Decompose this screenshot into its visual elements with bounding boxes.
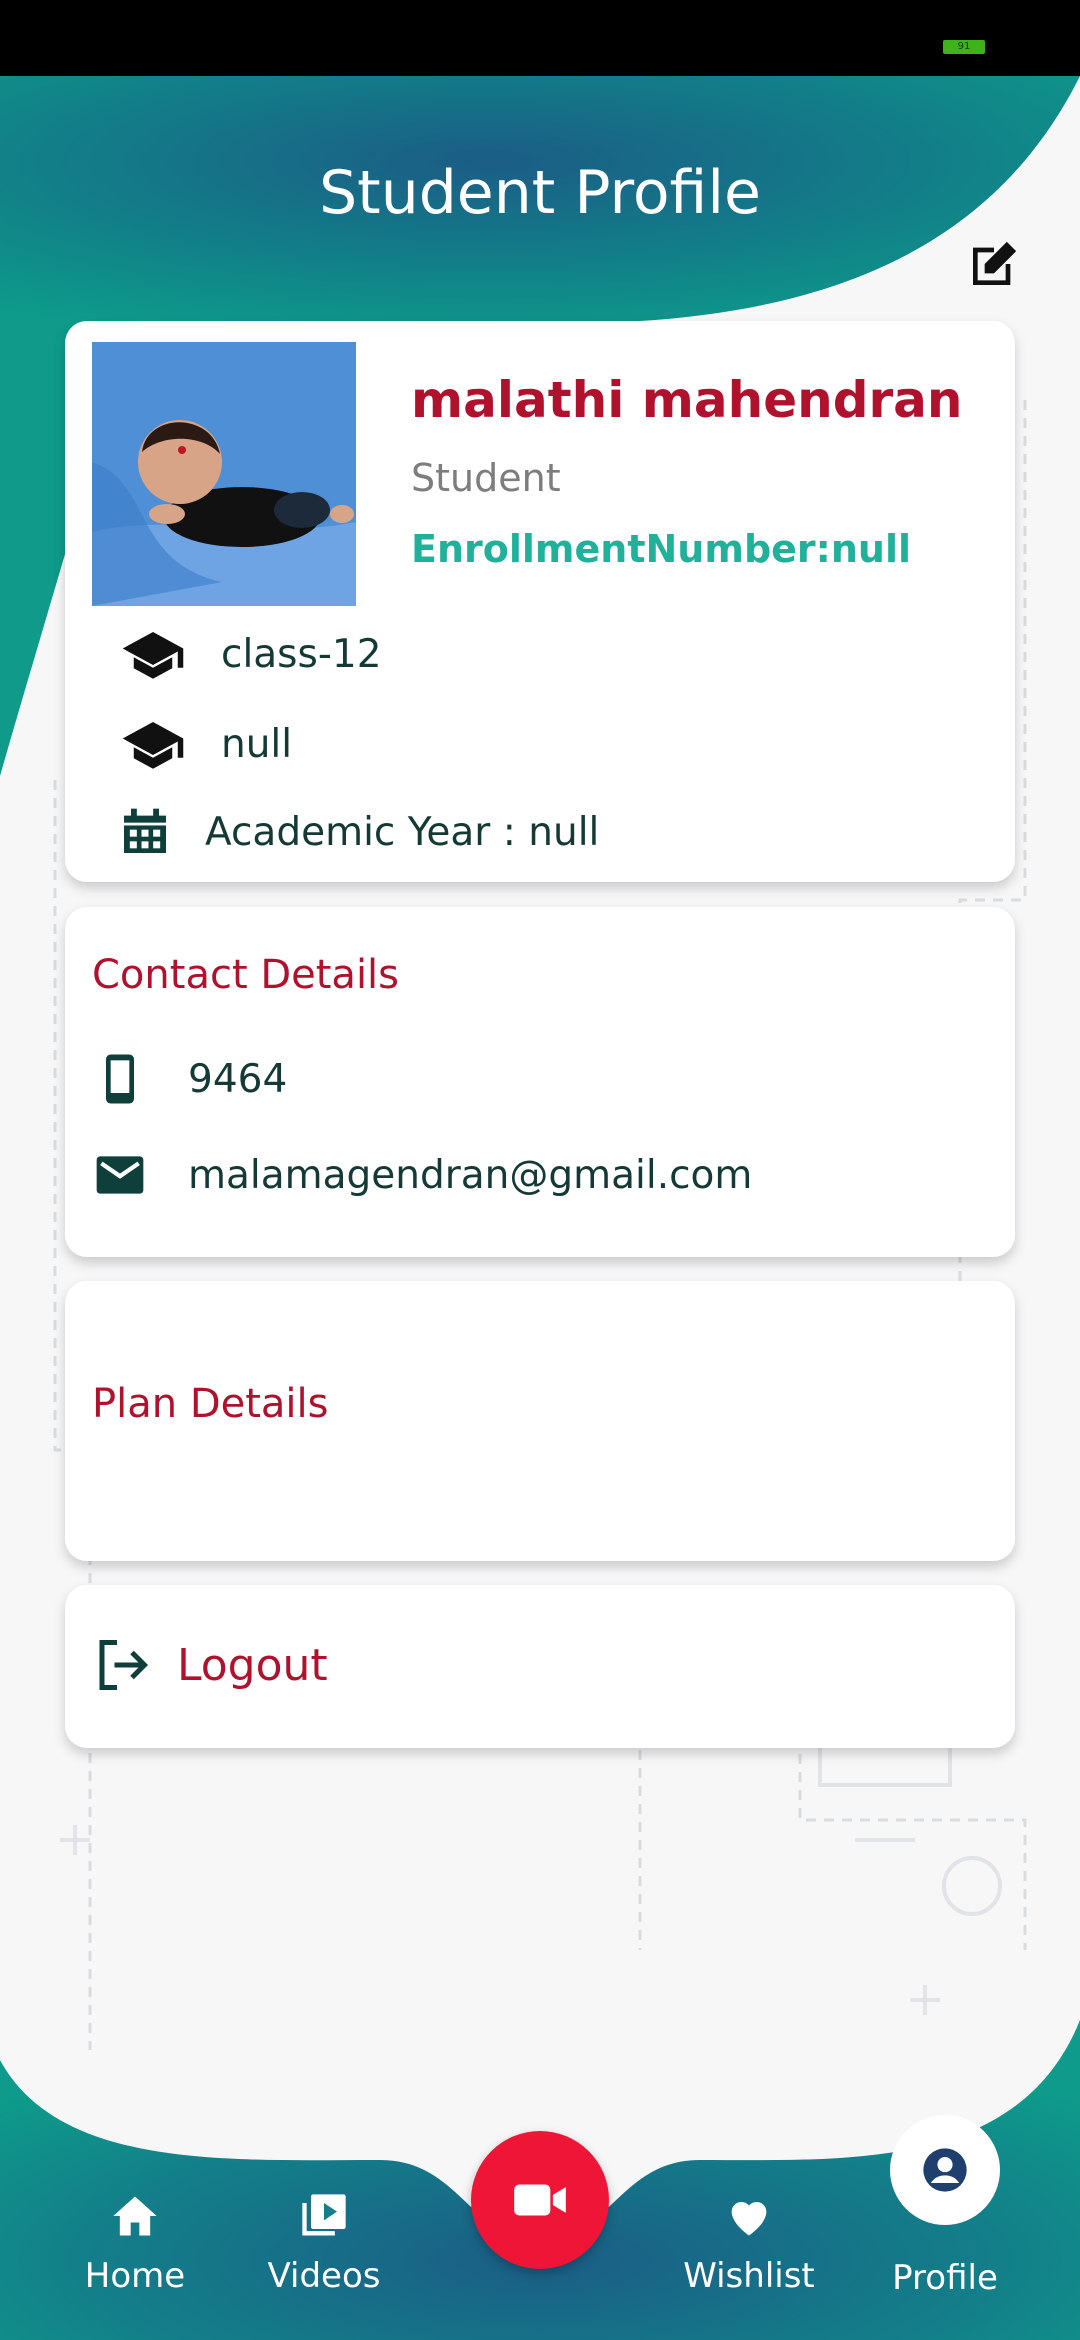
enrollment-number: EnrollmentNumber:null [411, 527, 912, 571]
nav-home[interactable]: Home [50, 2190, 220, 2296]
contact-card: Contact Details 9464 malamagendran@gmail… [65, 907, 1015, 1257]
nav-videos[interactable]: Videos [239, 2190, 409, 2296]
email-address[interactable]: malamagendran@gmail.com [188, 1153, 752, 1198]
calendar-icon [117, 804, 173, 860]
home-icon [113, 2196, 157, 2236]
contact-title: Contact Details [92, 952, 400, 998]
edit-profile-button[interactable] [966, 236, 1022, 292]
academic-year-label: Academic Year : null [205, 809, 600, 855]
phone-number[interactable]: 9464 [188, 1057, 287, 1102]
page-title: Student Profile [319, 158, 761, 228]
heart-icon [731, 2201, 767, 2236]
student-name: malathi mahendran [411, 371, 963, 429]
nav-wishlist[interactable]: Wishlist [664, 2190, 834, 2296]
section-label: null [221, 721, 293, 767]
video-call-button[interactable] [471, 2131, 609, 2269]
logout-row: Logout [92, 1635, 328, 1695]
account-icon [923, 2148, 967, 2192]
email-row: malamagendran@gmail.com [92, 1147, 752, 1203]
video-camera-icon [514, 2184, 566, 2216]
avatar-photo [92, 342, 356, 606]
phone-icon [92, 1047, 148, 1111]
logout-button[interactable]: Logout [65, 1585, 1015, 1748]
logout-label: Logout [177, 1639, 328, 1691]
nav-wishlist-label: Wishlist [683, 2256, 815, 2296]
video-library-icon [302, 2194, 346, 2236]
nav-profile[interactable]: Profile [860, 2258, 1030, 2298]
phone-row: 9464 [92, 1047, 287, 1111]
academic-year-row: Academic Year : null [117, 804, 599, 860]
section-row: null [120, 716, 292, 772]
nav-home-label: Home [84, 2256, 186, 2296]
logout-icon [92, 1635, 152, 1695]
plan-title: Plan Details [92, 1381, 329, 1427]
class-label: class-12 [221, 631, 382, 677]
nav-videos-label: Videos [267, 2256, 381, 2296]
profile-card: malathi mahendran Student EnrollmentNumb… [65, 321, 1015, 882]
nav-profile-active-indicator[interactable] [890, 2115, 1000, 2225]
mail-icon [92, 1147, 148, 1203]
nav-profile-label: Profile [892, 2258, 998, 2298]
student-role: Student [411, 456, 561, 500]
edit-icon [973, 241, 1017, 285]
graduation-cap-icon [120, 626, 186, 682]
graduation-cap-icon [120, 716, 186, 772]
class-row: class-12 [120, 626, 382, 682]
avatar[interactable] [92, 342, 356, 606]
plan-card[interactable]: Plan Details [65, 1281, 1015, 1561]
